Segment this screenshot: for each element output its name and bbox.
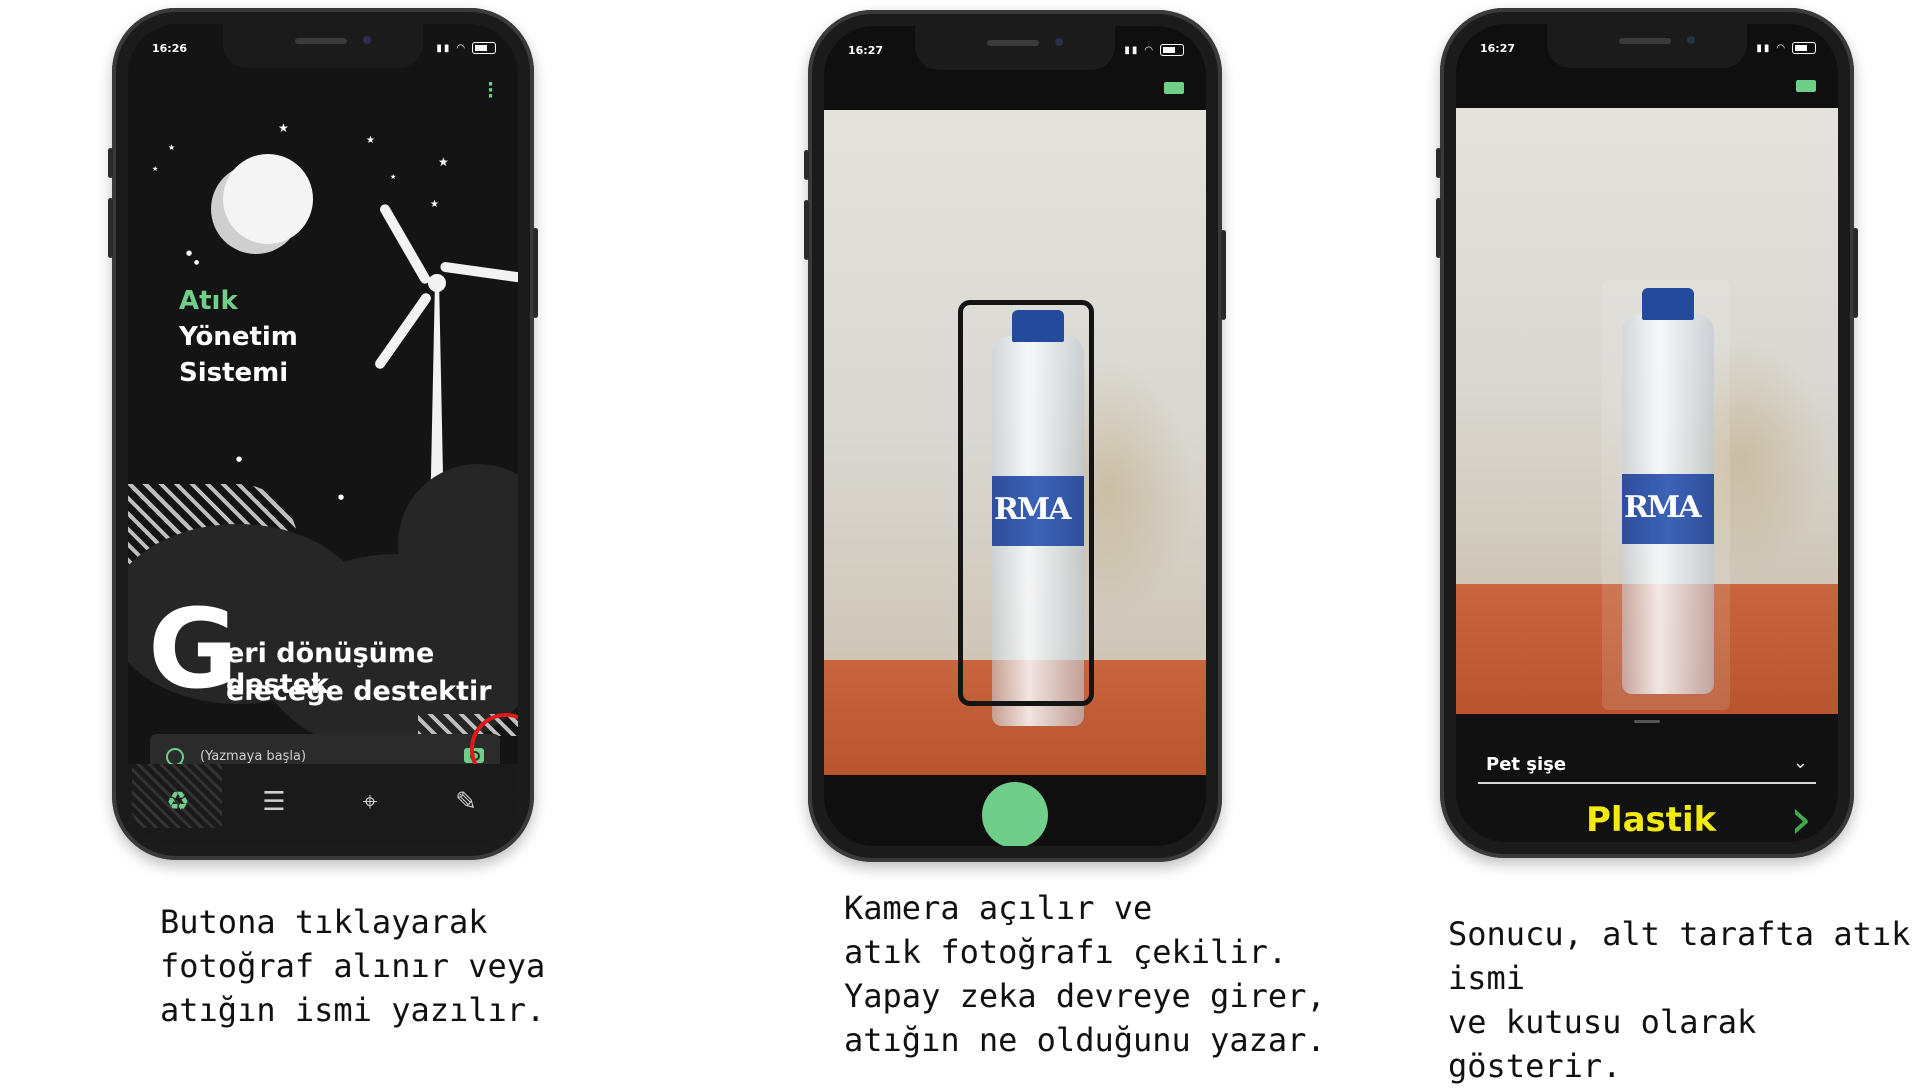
result-screen: 16:27 ▮▮ ◠ RMA Pet şişe ⌄ Plastik ›: [1456, 24, 1838, 842]
status-bar: 16:27 ▮▮ ◠: [824, 42, 1206, 62]
turbine-blade: [373, 291, 433, 371]
caption-2-line-3: Yapay zeka devreye girer,: [844, 977, 1326, 1015]
phone-2: 16:27 ▮▮ ◠ RMA: [804, 10, 1226, 862]
bottle-label-text: RMA: [1624, 490, 1701, 525]
status-bar: 16:26 ▮▮ ◠: [128, 40, 518, 60]
location-pin-icon[interactable]: ⌖: [350, 782, 390, 822]
status-time: 16:26: [152, 42, 188, 55]
star-icon: ★: [278, 121, 289, 135]
phone-3: 16:27 ▮▮ ◠ RMA Pet şişe ⌄ Plastik ›: [1436, 8, 1858, 858]
caption-1-line-2: fotoğraf alınır veya: [160, 947, 546, 985]
select-underline: [1478, 782, 1816, 784]
star-icon: ●: [186, 249, 193, 257]
camera-screen: 16:27 ▮▮ ◠ RMA: [824, 26, 1206, 846]
caption-3-line-1: Sonucu, alt tarafta atık ismi: [1448, 915, 1911, 997]
side-button: [533, 228, 538, 318]
bottom-nav: ♻ ☰ ⌖ ✎: [128, 764, 518, 844]
caption-1-line-3: atığın ismi yazılır.: [160, 991, 546, 1029]
waste-name-select[interactable]: Pet şişe: [1486, 754, 1566, 775]
star-icon: ★: [430, 199, 439, 210]
status-icons: ▮▮ ◠: [436, 42, 496, 54]
turbine-blade: [378, 202, 432, 286]
side-button: [1221, 230, 1226, 320]
result-panel: Pet şişe ⌄ Plastik ›: [1456, 714, 1838, 842]
status-time: 16:27: [1480, 42, 1516, 55]
caption-2-line-4: atığın ne olduğunu yazar.: [844, 1021, 1326, 1059]
app-title-line-1: Atık: [179, 286, 238, 316]
status-icons: ▮▮ ◠: [1124, 44, 1184, 56]
star-icon: ●: [194, 259, 200, 266]
side-button: [804, 150, 809, 180]
star-icon: ★: [438, 155, 449, 169]
chevron-down-icon[interactable]: ⌄: [1793, 752, 1808, 773]
keyboard-icon[interactable]: [1796, 80, 1816, 92]
caption-2: Kamera açılır ve atık fotoğrafı çekilir.…: [844, 886, 1326, 1062]
status-time: 16:27: [848, 44, 884, 57]
turbine-blade: [439, 261, 518, 285]
lightbulb-icon[interactable]: ✎: [446, 782, 486, 822]
list-icon[interactable]: ☰: [254, 782, 294, 822]
bottle-label: RMA: [1622, 474, 1714, 544]
bottle-cap: [1642, 288, 1694, 320]
slogan-line-2: eleceğe destektir: [226, 676, 492, 707]
caption-2-line-2: atık fotoğrafı çekilir.: [844, 933, 1288, 971]
side-button: [1436, 148, 1441, 178]
shutter-button[interactable]: [982, 782, 1048, 846]
detection-box: [958, 300, 1094, 706]
waste-category: Plastik: [1586, 800, 1717, 840]
star-icon: ★: [152, 165, 159, 173]
turbine-hub: [428, 274, 446, 292]
battery-icon: [472, 42, 496, 54]
star-icon: ★: [168, 143, 176, 152]
star-icon: ●: [236, 455, 243, 463]
moon-illustration: [223, 154, 313, 244]
phone-1: 16:26 ▮▮ ◠ ··· ★ ★ ★ ★ ★ ★ ★ ● ● ● ● ● A…: [108, 8, 538, 860]
app-title-line-2: Yönetim: [179, 322, 298, 352]
caption-3: Sonucu, alt tarafta atık ismi ve kutusu …: [1448, 912, 1920, 1088]
star-icon: ★: [390, 173, 397, 181]
caption-1-line-1: Butona tıklayarak: [160, 903, 488, 941]
app-title-line-3: Sistemi: [179, 358, 289, 388]
side-button: [1853, 228, 1858, 318]
chevron-right-icon[interactable]: ›: [1790, 792, 1812, 843]
recycle-bin-icon[interactable]: ♻: [158, 782, 198, 822]
keyboard-icon[interactable]: [1164, 82, 1184, 94]
caption-1: Butona tıklayarak fotoğraf alınır veya a…: [160, 900, 545, 1032]
side-button: [108, 198, 113, 258]
status-icons: ▮▮ ◠: [1756, 42, 1816, 54]
drag-handle[interactable]: [1634, 720, 1660, 723]
caption-2-line-1: Kamera açılır ve: [844, 889, 1153, 927]
star-icon: ★: [366, 135, 375, 146]
slogan-big-letter: G: [148, 585, 239, 713]
status-bar: 16:27 ▮▮ ◠: [1456, 40, 1838, 60]
battery-icon: [1792, 42, 1816, 54]
caption-3-line-2: ve kutusu olarak gösterir.: [1448, 1003, 1757, 1085]
home-screen: 16:26 ▮▮ ◠ ··· ★ ★ ★ ★ ★ ★ ★ ● ● ● ● ● A…: [128, 24, 518, 844]
side-button: [1436, 198, 1441, 258]
side-button: [804, 200, 809, 260]
search-input[interactable]: (Yazmaya başla): [200, 749, 306, 764]
star-icon: ●: [338, 493, 345, 501]
overflow-menu-icon[interactable]: · · ·: [487, 76, 494, 106]
battery-icon: [1160, 44, 1184, 56]
side-button: [108, 148, 113, 178]
